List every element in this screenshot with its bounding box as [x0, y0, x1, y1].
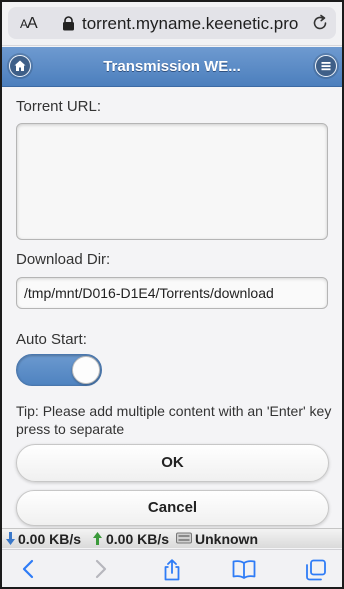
page-title: Transmission WE... [103, 58, 241, 75]
browser-address-bar: AA torrent.myname.keenetic.pro [2, 2, 342, 46]
back-icon[interactable] [21, 559, 35, 579]
add-torrent-form: Torrent URL: Download Dir: Auto Start: T… [2, 88, 342, 528]
url-field[interactable]: AA torrent.myname.keenetic.pro [8, 7, 336, 39]
auto-start-label: Auto Start: [16, 331, 87, 348]
browser-toolbar [2, 549, 342, 587]
url-text: torrent.myname.keenetic.pro [82, 14, 299, 33]
torrent-url-label: Torrent URL: [16, 98, 102, 115]
bookmarks-icon[interactable] [232, 559, 256, 579]
torrent-url-input[interactable] [16, 123, 328, 240]
home-icon [14, 60, 26, 71]
upload-arrow-icon [93, 532, 102, 545]
forward-icon[interactable] [94, 559, 108, 579]
lock-icon [63, 16, 74, 31]
disk-status: Unknown [195, 531, 258, 547]
menu-button[interactable] [315, 55, 337, 77]
app-header: Transmission WE... [2, 47, 342, 87]
download-dir-input[interactable] [16, 277, 328, 309]
download-speed: 0.00 KB/s [18, 531, 82, 547]
ok-button[interactable]: OK [16, 444, 329, 482]
download-dir-label: Download Dir: [16, 251, 111, 268]
reload-icon[interactable] [311, 14, 329, 32]
download-arrow-icon [6, 532, 15, 545]
toggle-knob [72, 356, 100, 384]
tip-text: Tip: Please add multiple content with an… [16, 403, 332, 437]
disk-icon [176, 532, 192, 544]
upload-speed: 0.00 KB/s [106, 531, 170, 547]
share-icon[interactable] [162, 559, 182, 581]
auto-start-toggle[interactable] [16, 354, 102, 386]
menu-icon [321, 62, 331, 71]
home-button[interactable] [9, 55, 31, 77]
transfer-status-bar: 0.00 KB/s 0.00 KB/s Unknown [2, 528, 342, 548]
cancel-button[interactable]: Cancel [16, 490, 329, 526]
text-size-button[interactable]: AA [20, 15, 38, 33]
tabs-icon[interactable] [305, 559, 327, 581]
